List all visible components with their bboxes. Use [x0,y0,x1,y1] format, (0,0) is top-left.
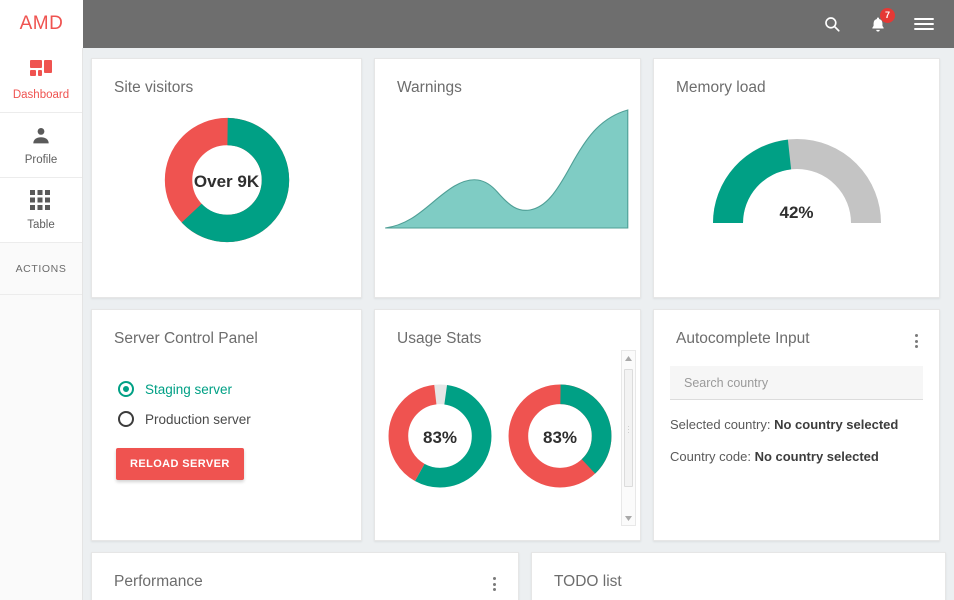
kebab-dot [493,577,496,580]
radio-button-icon [118,381,134,397]
selected-country-label: Selected country: [670,417,770,432]
radio-option-production[interactable]: Production server [118,404,361,434]
site-visitors-donut-svg [163,116,291,244]
scroll-down-arrow-icon[interactable] [622,511,635,525]
usage-donut-1-svg [385,381,495,491]
card-title: Warnings [375,59,640,97]
sidebar-section-actions: ACTIONS [0,243,82,295]
usage-stats-scrollbar[interactable] [621,350,636,526]
sidebar-item-label: Dashboard [13,89,69,101]
card-todo-list: TODO list [531,552,946,600]
person-icon [30,125,52,147]
card-memory-load: Memory load 42% [653,58,940,298]
card-autocomplete-input: Autocomplete Input Selected country: No … [653,309,940,541]
usage-stats-body: 83% 83% [375,348,640,528]
card-title: Performance [92,553,203,591]
more-options-icon[interactable] [484,573,506,595]
memory-load-chart: 42% [654,97,939,265]
dashboard-grid-icon [30,60,52,82]
card-title: TODO list [532,553,945,591]
topbar-actions: 7 [820,12,942,36]
reload-server-button[interactable]: RELOAD SERVER [116,448,244,480]
card-title: Site visitors [92,59,361,97]
card-title: Server Control Panel [92,310,361,348]
donut-chart-1: 83% [385,381,495,496]
donut-chart-2: 83% [505,381,615,496]
radio-option-staging[interactable]: Staging server [118,374,361,404]
notification-badge: 7 [880,8,895,23]
kebab-dot [915,334,918,337]
gauge-chart: 42% [712,135,882,227]
brand-name: AMD [20,13,64,35]
card-warnings: Warnings [374,58,641,298]
usage-charts-scroll-area: 83% 83% [375,381,621,496]
scrollbar-grip-icon [628,426,629,433]
card-header: Performance [92,553,518,595]
card-title: Autocomplete Input [654,310,810,348]
warnings-area-chart [375,100,640,235]
warnings-chart-svg [375,100,640,230]
sidebar-item-profile[interactable]: Profile [0,113,82,178]
usage-donut-2-svg [505,381,615,491]
card-server-control-panel: Server Control Panel Staging server Prod… [91,309,362,541]
dashboard-row-2: Server Control Panel Staging server Prod… [91,309,946,541]
radio-label: Staging server [145,382,232,397]
selected-country-value: No country selected [774,417,898,432]
card-title: Memory load [654,59,939,97]
bell-icon[interactable]: 7 [866,12,890,36]
memory-gauge-svg [712,135,882,227]
kebab-dot [493,588,496,591]
country-code-row: Country code: No country selected [654,449,939,464]
kebab-dot [915,340,918,343]
card-usage-stats: Usage Stats 83% [374,309,641,541]
donut-chart: Over 9K [163,116,291,249]
kebab-dot [915,345,918,348]
sidebar-section-label: ACTIONS [16,263,67,275]
kebab-dot [493,583,496,586]
selected-country-row: Selected country: No country selected [654,417,939,432]
sidebar-item-table[interactable]: Table [0,178,82,243]
radio-label: Production server [145,412,251,427]
grid-table-icon [30,190,52,212]
more-options-icon[interactable] [905,330,927,352]
sidebar-item-dashboard[interactable]: Dashboard [0,48,82,113]
brand-logo[interactable]: AMD [0,0,83,48]
country-code-value: No country selected [755,449,879,464]
top-navigation-bar: 7 [83,0,954,48]
sidebar-item-label: Profile [25,154,58,166]
dashboard-app: AMD 7 [0,0,954,600]
dashboard-row-1: Site visitors Over 9K Warnings [91,58,946,298]
card-header: Autocomplete Input [654,310,939,352]
search-country-input[interactable] [670,366,923,400]
hamburger-menu-icon[interactable] [912,12,936,36]
sidebar-navigation: Dashboard Profile Table ACTION [0,48,83,600]
card-performance: Performance [91,552,519,600]
country-code-label: Country code: [670,449,751,464]
scrollbar-thumb[interactable] [624,369,633,487]
site-visitors-chart: Over 9K [92,97,361,267]
card-site-visitors: Site visitors Over 9K [91,58,362,298]
main-content: Site visitors Over 9K Warnings [83,48,954,600]
sidebar-item-label: Table [27,219,55,231]
server-options: Staging server Production server [92,348,361,434]
dashboard-row-3: Performance TODO list [91,552,946,600]
card-title: Usage Stats [375,310,640,348]
scroll-up-arrow-icon[interactable] [622,351,635,365]
radio-button-icon [118,411,134,427]
search-icon[interactable] [820,12,844,36]
